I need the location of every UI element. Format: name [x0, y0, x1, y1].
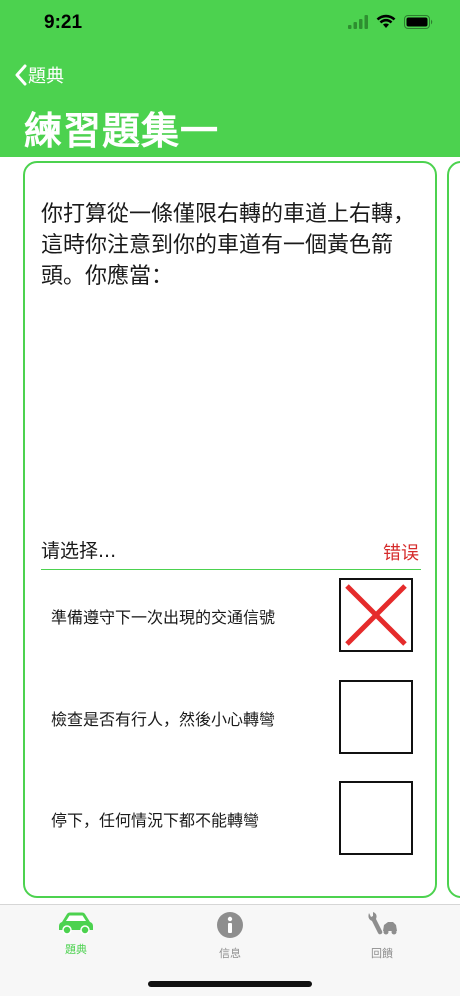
wifi-icon — [376, 14, 396, 28]
tab-feedback[interactable]: 回饋 — [332, 911, 432, 961]
back-button[interactable]: 題典 — [14, 62, 64, 88]
answer-checkbox[interactable] — [339, 680, 413, 754]
tab-info[interactable]: 信息 — [180, 911, 280, 961]
tab-info-label: 信息 — [219, 947, 241, 960]
tab-questions[interactable]: 題典 — [26, 911, 126, 957]
page-title: 練習題集一 — [24, 109, 220, 153]
cross-icon — [345, 584, 407, 646]
tools-icon — [368, 912, 397, 935]
question-pager[interactable]: 你打算從一條僅限右轉的車道上右轉，這時你注意到你的車道有一個黃色箭頭。你應當： … — [0, 157, 460, 904]
home-indicator[interactable] — [148, 981, 312, 987]
chevron-left-icon — [15, 64, 27, 86]
answer-checkbox[interactable] — [339, 781, 413, 855]
answer-prompt: 请选择... — [41, 540, 117, 562]
next-question-card[interactable] — [447, 161, 460, 898]
status-icons — [348, 14, 434, 29]
tab-feedback-label: 回饋 — [371, 947, 393, 960]
option-text: 停下，任何情況下都不能轉彎 — [51, 811, 260, 830]
option-text: 準備遵守下一次出現的交通信號 — [51, 608, 276, 627]
divider — [41, 569, 421, 570]
back-button-label: 題典 — [28, 66, 64, 87]
answer-checkbox[interactable] — [339, 578, 413, 652]
option-text: 檢查是否有行人，然後小心轉彎 — [51, 710, 276, 729]
option-row[interactable]: 檢查是否有行人，然後小心轉彎 — [41, 680, 421, 754]
signal-icon — [348, 14, 368, 29]
car-icon — [59, 912, 93, 935]
question-text: 你打算從一條僅限右轉的車道上右轉，這時你注意到你的車道有一個黃色箭頭。你應當： — [41, 202, 416, 289]
status-time: 9:21 — [44, 12, 83, 33]
answer-result: 错误 — [383, 543, 419, 564]
option-row[interactable]: 準備遵守下一次出現的交通信號 — [41, 578, 421, 652]
option-row[interactable]: 停下，任何情況下都不能轉彎 — [41, 781, 421, 855]
question-card: 你打算從一條僅限右轉的車道上右轉，這時你注意到你的車道有一個黃色箭頭。你應當： … — [23, 161, 437, 898]
tab-questions-label: 題典 — [65, 943, 87, 956]
battery-icon — [404, 14, 433, 29]
info-icon — [217, 912, 243, 938]
status-bar: 9:21 — [0, 0, 460, 50]
